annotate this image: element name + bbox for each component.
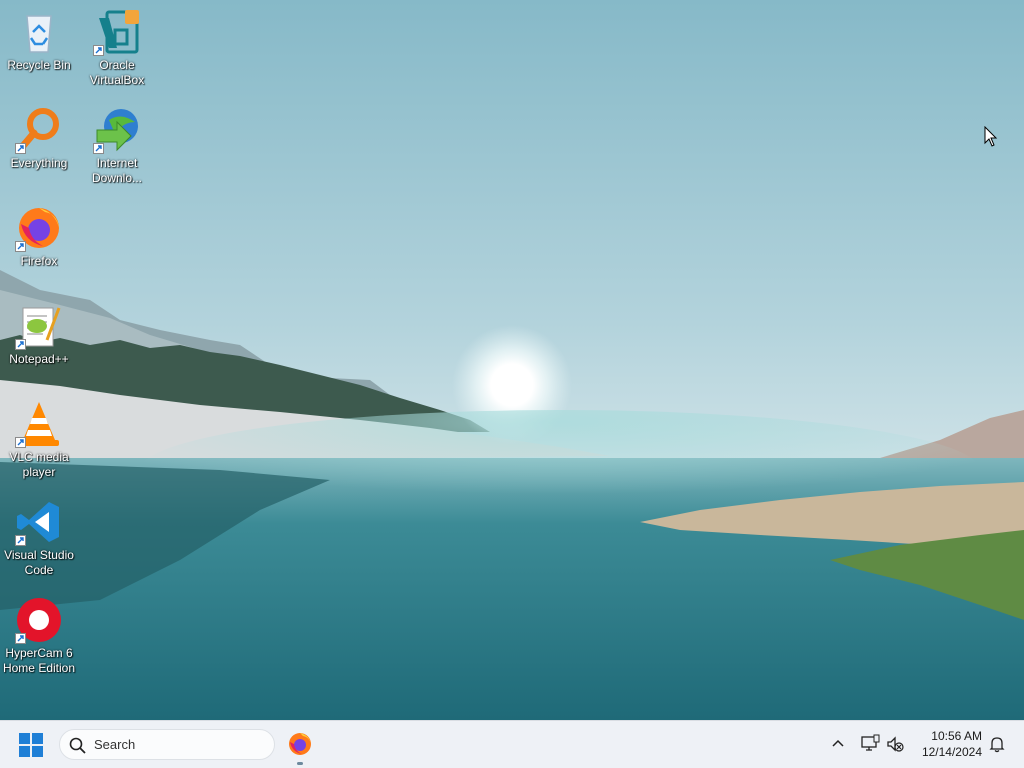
- network-icon[interactable]: [860, 734, 880, 754]
- virtualbox-icon: [93, 8, 141, 56]
- desktop-icon-vscode[interactable]: Visual Studio Code: [1, 498, 77, 578]
- desktop-icon-label: VLC media player: [9, 450, 69, 479]
- hypercam-icon: [15, 596, 63, 644]
- shortcut-arrow-icon: [93, 45, 104, 56]
- windows-start-icon[interactable]: [18, 732, 44, 758]
- desktop-icon-hypercam[interactable]: HyperCam 6 Home Edition: [1, 596, 77, 676]
- search-icon: [69, 737, 86, 754]
- firefox-icon: [15, 204, 63, 252]
- desktop-icon-vlc[interactable]: VLC media player: [1, 400, 77, 480]
- system-clock[interactable]: 10:56 AM 12/14/2024: [912, 728, 982, 760]
- running-indicator: [297, 762, 303, 765]
- desktop-icon-firefox[interactable]: Firefox: [1, 204, 77, 269]
- notepad-plus-plus-icon: [15, 302, 63, 350]
- clock-date: 12/14/2024: [921, 745, 982, 759]
- mouse-cursor-icon: [984, 126, 998, 147]
- desktop-icon-label: Notepad++: [9, 352, 69, 366]
- desktop-icon-virtualbox[interactable]: Oracle VirtualBox: [79, 8, 155, 88]
- shortcut-arrow-icon: [15, 143, 26, 154]
- taskbar-search-box[interactable]: Search: [59, 729, 275, 760]
- desktop-icon-label: Internet Downlo...: [91, 156, 143, 185]
- shortcut-arrow-icon: [15, 535, 26, 546]
- desktop-icon-recycle-bin[interactable]: Recycle Bin: [1, 8, 77, 73]
- chevron-up-icon[interactable]: [830, 736, 846, 752]
- shortcut-arrow-icon: [15, 339, 26, 350]
- shortcut-arrow-icon: [15, 241, 26, 252]
- search-placeholder: Search: [94, 737, 136, 752]
- everything-search-icon: [15, 106, 63, 154]
- clock-time: 10:56 AM: [931, 729, 982, 743]
- shortcut-arrow-icon: [93, 143, 104, 154]
- bell-icon[interactable]: [988, 735, 1006, 753]
- internet-download-manager-icon: [93, 106, 141, 154]
- vlc-icon: [15, 400, 63, 448]
- desktop-icon-label: HyperCam 6 Home Edition: [2, 646, 76, 675]
- desktop-icon-notepad-plus-plus[interactable]: Notepad++: [1, 302, 77, 367]
- taskbar-firefox-icon[interactable]: [287, 731, 313, 757]
- shortcut-arrow-icon: [15, 437, 26, 448]
- desktop-icon-label: Recycle Bin: [7, 58, 71, 72]
- volume-muted-icon[interactable]: [886, 735, 904, 753]
- shortcut-arrow-icon: [15, 633, 26, 644]
- taskbar: Search 10:56 AM 12/14/2024: [0, 720, 1024, 768]
- desktop-icon-label: Visual Studio Code: [4, 548, 74, 577]
- desktop-icon-internet-download-manager[interactable]: Internet Downlo...: [79, 106, 155, 186]
- desktop-icon-everything[interactable]: Everything: [1, 106, 77, 171]
- desktop-icon-label: Oracle VirtualBox: [89, 58, 145, 87]
- desktop-icon-label: Everything: [10, 156, 68, 170]
- vscode-icon: [15, 498, 63, 546]
- recycle-bin-icon: [15, 8, 63, 56]
- desktop-icon-label: Firefox: [20, 254, 58, 268]
